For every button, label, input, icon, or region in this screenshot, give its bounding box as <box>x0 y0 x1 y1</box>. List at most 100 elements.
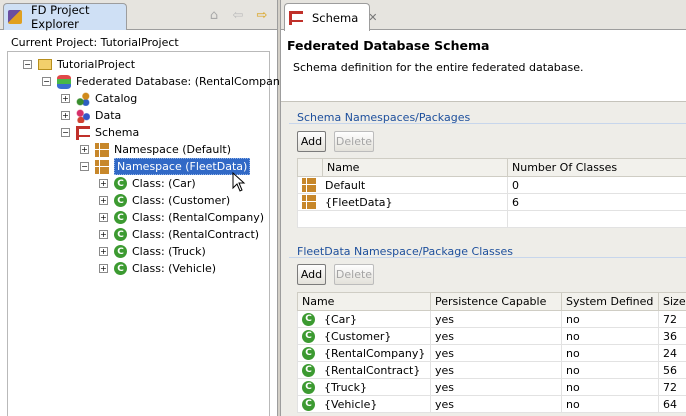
tree-item-class[interactable]: + C Class: (Vehicle) <box>99 260 216 277</box>
collapse-icon[interactable]: − <box>23 60 32 69</box>
table-header-spacer <box>297 158 323 177</box>
tree-item-schema-label: Schema <box>95 126 140 139</box>
table-row[interactable]: C {RentalContract} yes no 56 <box>297 361 686 379</box>
persistence-capable-value: yes <box>430 378 562 396</box>
size-value: 24 <box>658 344 686 362</box>
expand-icon[interactable]: + <box>99 179 108 188</box>
tree-item-class-label: Class: (Truck) <box>132 245 206 258</box>
tree-item-project[interactable]: − TutorialProject <box>23 56 135 73</box>
table-header-size[interactable]: Size <box>658 292 686 311</box>
folder-open-icon <box>38 59 52 70</box>
table-row[interactable]: C {Customer} yes no 36 <box>297 327 686 345</box>
expand-icon[interactable]: + <box>99 230 108 239</box>
tree-item-class[interactable]: + C Class: (RentalCompany) <box>99 209 264 226</box>
tree-item-class-label: Class: (Vehicle) <box>132 262 217 275</box>
mouse-cursor-icon <box>232 172 246 192</box>
system-defined-value: no <box>561 310 659 328</box>
expand-icon[interactable]: + <box>99 247 108 256</box>
tab-schema[interactable]: Schema ✕ <box>284 3 377 31</box>
tree-item-class[interactable]: + C Class: (Truck) <box>99 243 206 260</box>
add-namespace-button[interactable]: Add <box>297 131 326 152</box>
system-defined-value: no <box>561 378 659 396</box>
class-icon: C <box>114 194 127 207</box>
class-icon: C <box>114 211 127 224</box>
table-row[interactable]: C {Truck} yes no 72 <box>297 378 686 396</box>
tree-item-federated-database[interactable]: − Federated Database: (RentalCompany) <box>42 73 291 90</box>
class-icon: C <box>114 177 127 190</box>
namespaces-table: Name Number Of Classes Default 0 {FleetD… <box>297 158 686 228</box>
class-name: {Customer} <box>324 329 392 343</box>
delete-class-button[interactable]: Delete <box>334 264 374 285</box>
project-explorer-panel: FD Project Explorer ⌂ ⇦ ⇨ Current Projec… <box>0 0 291 416</box>
tree-item-catalog[interactable]: + Catalog <box>61 90 137 107</box>
table-row[interactable]: {FleetData} 6 <box>297 193 686 211</box>
tree-item-schema[interactable]: − Schema <box>61 124 139 141</box>
tree-item-namespace-fleetdata-label: Namespace (FleetData) <box>114 158 251 175</box>
tree-item-data-label: Data <box>95 109 122 122</box>
schema-icon <box>289 10 303 25</box>
explorer-tabbar: FD Project Explorer ⌂ ⇦ ⇨ <box>0 0 277 31</box>
class-name: {Truck} <box>324 380 368 394</box>
schema-icon <box>76 125 90 140</box>
project-explorer-icon <box>8 10 22 24</box>
table-header-name[interactable]: Name <box>297 292 431 311</box>
expand-icon[interactable]: + <box>99 213 108 222</box>
system-defined-value: no <box>561 344 659 362</box>
expand-icon[interactable]: + <box>80 145 89 154</box>
class-name: {RentalCompany} <box>324 346 426 360</box>
table-header-number-of-classes[interactable]: Number Of Classes <box>507 158 686 177</box>
class-icon: C <box>302 312 315 326</box>
size-value: 72 <box>658 310 686 328</box>
tab-project-explorer[interactable]: FD Project Explorer <box>3 3 127 31</box>
namespace-class-count: 0 <box>507 176 686 194</box>
table-header-name[interactable]: Name <box>322 158 508 177</box>
expand-icon[interactable]: + <box>99 196 108 205</box>
persistence-capable-value: yes <box>430 395 562 413</box>
close-icon[interactable]: ✕ <box>368 11 377 24</box>
table-row[interactable]: C {Vehicle} yes no 64 <box>297 395 686 413</box>
table-header-system-defined[interactable]: System Defined <box>561 292 659 311</box>
table-row-empty <box>297 210 686 228</box>
class-icon: C <box>302 380 315 394</box>
class-icon: C <box>114 228 127 241</box>
expand-icon[interactable]: + <box>61 94 70 103</box>
size-value: 56 <box>658 361 686 379</box>
tree-item-catalog-label: Catalog <box>95 92 138 105</box>
tree-item-data[interactable]: + Data <box>61 107 121 124</box>
classes-table: Name Persistence Capable System Defined … <box>297 292 686 413</box>
class-name: {Car} <box>324 312 357 326</box>
database-icon <box>57 74 71 89</box>
tree-item-class[interactable]: + C Class: (RentalContract) <box>99 226 259 243</box>
class-icon: C <box>302 329 315 343</box>
persistence-capable-value: yes <box>430 327 562 345</box>
collapse-icon[interactable]: − <box>42 77 51 86</box>
tree-item-project-label: TutorialProject <box>57 58 136 71</box>
table-row[interactable]: Default 0 <box>297 176 686 194</box>
size-value: 64 <box>658 395 686 413</box>
table-row[interactable]: C {Car} yes no 72 <box>297 310 686 328</box>
add-class-button[interactable]: Add <box>297 264 326 285</box>
tree-item-namespace-default[interactable]: + Namespace (Default) <box>80 141 231 158</box>
expand-icon[interactable]: + <box>99 264 108 273</box>
table-header-persistence-capable[interactable]: Persistence Capable <box>430 292 562 311</box>
tree-item-namespace-fleetdata[interactable]: − Namespace (FleetData) <box>80 158 251 175</box>
table-row[interactable]: C {RentalCompany} yes no 24 <box>297 344 686 362</box>
current-project-label: Current Project: TutorialProject <box>11 36 179 49</box>
persistence-capable-value: yes <box>430 361 562 379</box>
catalog-icon <box>76 91 90 106</box>
tree-item-class[interactable]: + C Class: (Customer) <box>99 192 230 209</box>
tree-item-class[interactable]: + C Class: (Car) <box>99 175 196 192</box>
collapse-icon[interactable]: − <box>61 128 70 137</box>
collapse-icon[interactable]: − <box>80 162 89 171</box>
persistence-capable-value: yes <box>430 344 562 362</box>
editor-tabbar: Schema ✕ <box>281 0 686 31</box>
delete-namespace-button[interactable]: Delete <box>334 131 374 152</box>
home-icon[interactable]: ⌂ <box>205 7 223 23</box>
class-name: {RentalContract} <box>324 363 421 377</box>
namespace-name: {FleetData} <box>325 195 393 209</box>
page-subtitle: Schema definition for the entire federat… <box>293 61 584 74</box>
back-arrow-icon[interactable]: ⇦ <box>229 7 247 23</box>
size-value: 36 <box>658 327 686 345</box>
expand-icon[interactable]: + <box>61 111 70 120</box>
forward-arrow-icon[interactable]: ⇨ <box>253 7 271 23</box>
